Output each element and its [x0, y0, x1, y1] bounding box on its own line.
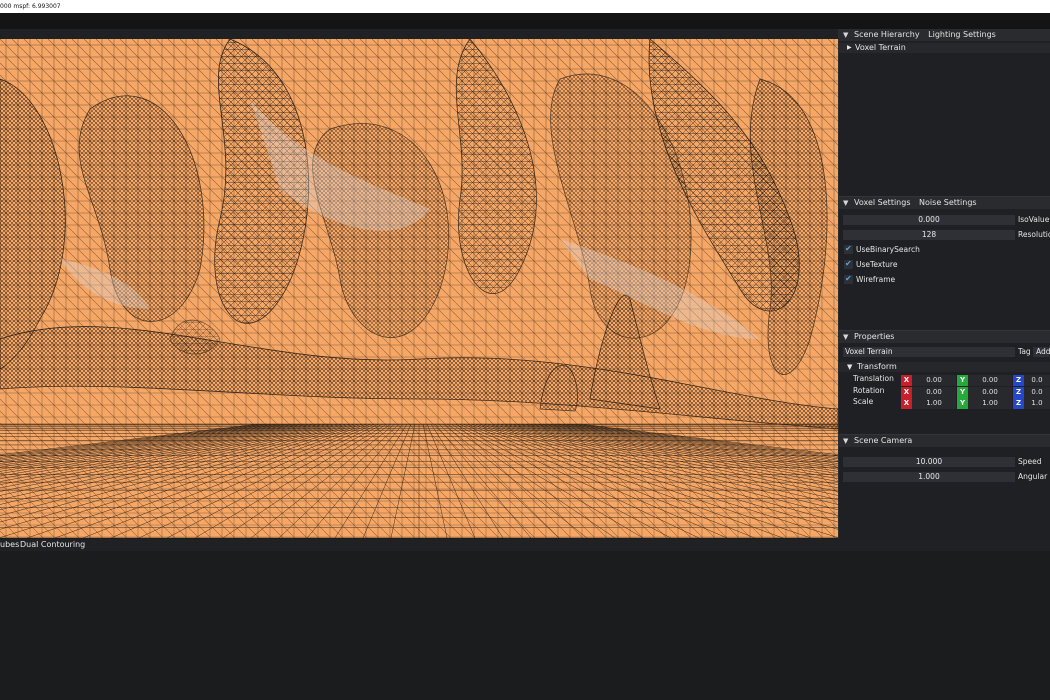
- scene-viewport[interactable]: [0, 39, 838, 538]
- tree-item-voxel-terrain[interactable]: ▶ Voxel Terrain: [839, 43, 1050, 53]
- wireframe-terrain-render: [0, 39, 838, 538]
- collapse-icon[interactable]: ▼: [847, 362, 852, 372]
- camera-speed-label: Speed: [1018, 457, 1042, 466]
- scale-label: Scale: [853, 397, 874, 406]
- checkmark-icon: ✔: [845, 259, 852, 268]
- expand-icon[interactable]: ▶: [847, 43, 852, 53]
- isovalue-field[interactable]: 0.000: [843, 215, 1015, 225]
- voxel-settings-header[interactable]: ▼ Voxel Settings Noise Settings: [839, 197, 1050, 209]
- tab-voxel-settings[interactable]: Voxel Settings: [854, 197, 911, 209]
- tab-noise-settings[interactable]: Noise Settings: [919, 197, 977, 209]
- use-texture-checkbox[interactable]: ✔: [844, 259, 853, 269]
- translation-z-input[interactable]: 0.0: [1024, 375, 1050, 386]
- tab-dual-contouring[interactable]: Dual Contouring: [20, 539, 85, 551]
- rotation-z-reset-button[interactable]: Z: [1013, 387, 1024, 398]
- hierarchy-header[interactable]: ▼ Scene Hierarchy Lighting Settings: [839, 29, 1050, 41]
- scene-camera-title: Scene Camera: [854, 436, 913, 445]
- wireframe-checkbox[interactable]: ✔: [844, 274, 853, 284]
- bottom-panel: [0, 551, 1050, 700]
- wireframe-label: Wireframe: [856, 275, 896, 284]
- use-texture-label: UseTexture: [856, 260, 898, 269]
- rotation-x-reset-button[interactable]: X: [901, 387, 912, 398]
- scale-z-input[interactable]: 1.0: [1024, 398, 1050, 409]
- translation-y-input[interactable]: 0.00: [968, 375, 1012, 386]
- tab-lighting-settings[interactable]: Lighting Settings: [928, 29, 996, 41]
- translation-x-input[interactable]: 0.00: [912, 375, 956, 386]
- scale-x-reset-button[interactable]: X: [901, 398, 912, 409]
- isovalue-label: IsoValue: [1018, 215, 1050, 224]
- tab-marching-cubes[interactable]: ubes: [0, 539, 19, 551]
- translation-x-reset-button[interactable]: X: [901, 375, 912, 386]
- transform-title: Transform: [857, 362, 897, 371]
- scale-x-input[interactable]: 1.00: [912, 398, 956, 409]
- checkmark-icon: ✔: [845, 274, 852, 283]
- rotation-y-input[interactable]: 0.00: [968, 387, 1012, 398]
- use-binary-search-label: UseBinarySearch: [856, 245, 920, 254]
- translation-y-reset-button[interactable]: Y: [957, 375, 968, 386]
- bottom-tab-bar: ubes Dual Contouring: [0, 539, 1050, 551]
- properties-title: Properties: [854, 332, 895, 341]
- collapse-icon[interactable]: ▼: [843, 29, 848, 41]
- camera-speed-field[interactable]: 10.000: [843, 457, 1015, 467]
- resolution-label: Resolutio: [1018, 230, 1050, 239]
- translation-z-reset-button[interactable]: Z: [1013, 375, 1024, 386]
- scene-camera-header[interactable]: ▼ Scene Camera: [839, 435, 1050, 447]
- collapse-icon[interactable]: ▼: [843, 331, 848, 343]
- tag-label: Tag: [1018, 347, 1031, 356]
- rotation-y-reset-button[interactable]: Y: [957, 387, 968, 398]
- camera-angular-speed-label: Angular S: [1018, 472, 1050, 481]
- viewport-tab-strip: [0, 29, 838, 39]
- entity-name-input[interactable]: Voxel Terrain: [843, 347, 1015, 357]
- collapse-icon[interactable]: ▼: [843, 197, 848, 209]
- scale-y-input[interactable]: 1.00: [968, 398, 1012, 409]
- add-component-button[interactable]: Add: [1033, 347, 1050, 357]
- camera-angular-speed-field[interactable]: 1.000: [843, 472, 1015, 482]
- scale-z-reset-button[interactable]: Z: [1013, 398, 1024, 409]
- scale-y-reset-button[interactable]: Y: [957, 398, 968, 409]
- checkmark-icon: ✔: [845, 244, 852, 253]
- rotation-x-input[interactable]: 0.00: [912, 387, 956, 398]
- rotation-z-input[interactable]: 0.0: [1024, 387, 1050, 398]
- transform-header[interactable]: ▼ Transform: [839, 362, 1050, 372]
- rotation-label: Rotation: [853, 386, 885, 395]
- use-binary-search-checkbox[interactable]: ✔: [844, 244, 853, 254]
- translation-label: Translation: [853, 374, 894, 383]
- tab-scene-hierarchy[interactable]: Scene Hierarchy: [854, 29, 920, 41]
- tree-item-label: Voxel Terrain: [855, 43, 906, 52]
- collapse-icon[interactable]: ▼: [843, 435, 848, 447]
- properties-header[interactable]: ▼ Properties: [839, 331, 1050, 343]
- resolution-field[interactable]: 128: [843, 230, 1015, 240]
- fps-readout: 000 mspf: 6.993007: [0, 3, 61, 10]
- inspector-dock: ▼ Scene Hierarchy Lighting Settings ▶ Vo…: [839, 29, 1050, 539]
- window-titlebar: 000 mspf: 6.993007: [0, 0, 1050, 13]
- menu-bar: [0, 13, 1050, 29]
